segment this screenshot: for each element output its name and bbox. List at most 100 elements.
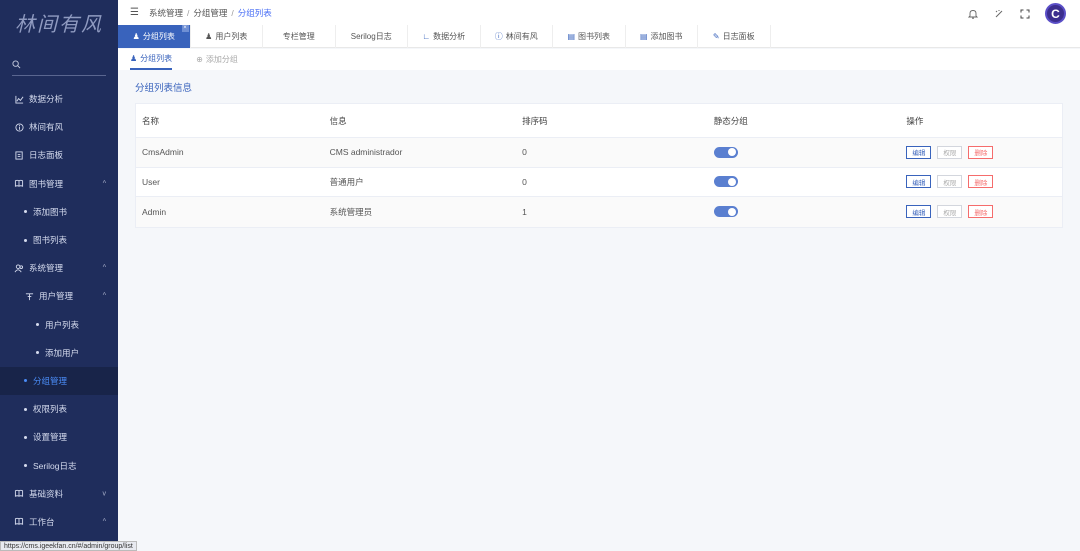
static-toggle[interactable] <box>713 206 738 218</box>
sidebar-item-add-book[interactable]: 添加图书 <box>0 198 118 226</box>
header-static: 静态分组 <box>713 115 748 126</box>
cell-name: CmsAdmin <box>142 147 184 158</box>
tab-label: 林间有风 <box>505 32 538 41</box>
breadcrumb-current: 分组列表 <box>237 7 272 18</box>
close-icon[interactable]: × <box>181 25 189 32</box>
cell-sort: 0 <box>522 176 527 187</box>
sidebar-item-serilog[interactable]: Serilog日志 <box>0 451 118 479</box>
tab-log-panel[interactable]: ✎ 日志面板 <box>698 25 771 48</box>
book-icon: ▤ <box>639 32 648 41</box>
logo: 林间有风 <box>15 11 103 36</box>
permission-button[interactable]: 权限 <box>937 145 963 159</box>
info-icon <box>14 122 24 132</box>
dot-icon <box>24 435 27 439</box>
magic-wand-icon[interactable] <box>993 8 1005 20</box>
sidebar-item-label: 林间有风 <box>29 122 64 133</box>
bell-icon[interactable] <box>967 8 979 20</box>
sidebar-item-book-list[interactable]: 图书列表 <box>0 226 118 254</box>
avatar[interactable]: C <box>1045 3 1066 24</box>
sidebar-item-settings-management[interactable]: 设置管理 <box>0 423 118 451</box>
subtab-group-list[interactable]: ♟ 分组列表 <box>130 49 173 70</box>
users-icon <box>14 263 24 273</box>
sidebar-search[interactable] <box>12 54 106 76</box>
static-toggle[interactable] <box>713 176 738 188</box>
subtab-add-group[interactable]: ⊕ 添加分组 <box>196 49 238 70</box>
dot-icon <box>24 464 27 468</box>
chart-icon <box>14 94 24 104</box>
edit-button[interactable]: 编辑 <box>906 205 932 219</box>
permission-button[interactable]: 权限 <box>937 175 963 189</box>
cell-actions: 编辑 权限 删除 <box>906 145 1062 159</box>
sidebar-item-label: 基础资料 <box>29 488 64 499</box>
sidebar-item-add-user[interactable]: 添加用户 <box>0 339 118 367</box>
cell-actions: 编辑 权限 删除 <box>906 205 1062 219</box>
sidebar-item-system-management[interactable]: 系统管理 ^ <box>0 254 118 282</box>
sidebar-item-label: 添加用户 <box>45 347 80 358</box>
edit-button[interactable]: 编辑 <box>906 145 932 159</box>
sidebar-item-user-list[interactable]: 用户列表 <box>0 311 118 339</box>
section-title: 分组列表信息 <box>135 83 193 94</box>
user-icon <box>24 291 34 301</box>
tab-label: 添加图书 <box>650 32 683 41</box>
search-icon <box>12 60 21 69</box>
tab-book-list[interactable]: ▤ 图书列表 <box>553 25 626 48</box>
users-icon: ♟ <box>205 32 213 41</box>
sidebar-item-user-management[interactable]: 用户管理 ^ <box>0 282 118 310</box>
tab-label: 数据分析 <box>433 32 466 41</box>
delete-button[interactable]: 删除 <box>968 145 994 159</box>
sidebar-item-basic-data[interactable]: 基础资料 v <box>0 480 118 508</box>
edit-button[interactable]: 编辑 <box>906 175 932 189</box>
users-icon: ♟ <box>132 32 140 41</box>
header-actions: C <box>967 3 1066 24</box>
tab-label: 日志面板 <box>722 32 755 41</box>
sidebar-item-book-management[interactable]: 图书管理 ^ <box>0 170 118 198</box>
breadcrumb-item[interactable]: 分组管理 <box>193 8 227 18</box>
cell-static <box>713 176 907 188</box>
page-tabs: ♟ 分组列表 × ♟ 用户列表 专栏管理 Serilog日志 ∟ 数据分析 ⓘ 林间有风 … <box>118 25 1080 48</box>
chevron-up-icon: ^ <box>102 518 106 526</box>
sidebar-item-workbench[interactable]: 工作台 ^ <box>0 508 118 536</box>
users-icon: ♟ <box>130 54 138 63</box>
tab-column-management[interactable]: 专栏管理 <box>263 25 336 48</box>
tab-label: 分组列表 <box>142 32 175 41</box>
delete-button[interactable]: 删除 <box>968 175 994 189</box>
info-icon: ⓘ <box>494 32 503 41</box>
menu-toggle-icon[interactable]: ☰ <box>130 7 139 18</box>
sidebar-item-data-analysis[interactable]: 数据分析 <box>0 85 118 113</box>
book-icon <box>14 489 24 499</box>
tab-label: 用户列表 <box>215 32 248 41</box>
cell-info: CMS administrador <box>329 147 403 158</box>
delete-button[interactable]: 删除 <box>968 205 994 219</box>
tab-data-analysis[interactable]: ∟ 数据分析 <box>408 25 481 48</box>
tab-label: Serilog日志 <box>350 32 392 41</box>
sidebar-item-group-management[interactable]: 分组管理 <box>0 366 118 396</box>
chevron-down-icon: v <box>102 490 107 498</box>
static-toggle[interactable] <box>713 146 738 158</box>
tab-add-book[interactable]: ▤ 添加图书 <box>626 25 698 48</box>
tab-user-list[interactable]: ♟ 用户列表 <box>191 25 263 48</box>
sidebar-item-linjian[interactable]: 林间有风 <box>0 113 118 141</box>
plus-circle-icon: ⊕ <box>196 55 203 64</box>
permission-button[interactable]: 权限 <box>937 205 963 219</box>
book-icon: ▤ <box>567 32 576 41</box>
sidebar-nav: 数据分析 林间有风 日志面板 图书管理 ^ 添加图书 图书列表 系统管理 ^ 用… <box>0 85 118 536</box>
sidebar-item-log-panel[interactable]: 日志面板 <box>0 141 118 169</box>
cell-info: 普通用户 <box>329 176 364 187</box>
sidebar-item-label: 数据分析 <box>29 94 64 105</box>
breadcrumb-item[interactable]: 系统管理 <box>149 8 183 18</box>
chart-icon: ∟ <box>422 32 431 41</box>
chevron-up-icon: ^ <box>102 264 106 272</box>
sidebar: 林间有风 数据分析 林间有风 日志面板 图书管理 ^ 添加图书 图书列表 系统管… <box>0 0 118 551</box>
dot-icon <box>36 323 39 327</box>
tab-linjian[interactable]: ⓘ 林间有风 <box>481 25 553 48</box>
table-row: CmsAdmin CMS administrador 0 编辑 权限 删除 <box>136 138 1062 168</box>
sidebar-item-permission-list[interactable]: 权限列表 <box>0 395 118 423</box>
status-url: https://cms.igeekfan.cn/#/admin/group/li… <box>0 541 137 551</box>
subtab-label: 分组列表 <box>140 54 173 63</box>
sidebar-item-label: 用户管理 <box>39 291 74 302</box>
tab-serilog[interactable]: Serilog日志 <box>336 25 408 48</box>
dot-icon <box>24 407 27 411</box>
table-row: User 普通用户 0 编辑 权限 删除 <box>136 168 1062 197</box>
fullscreen-icon[interactable] <box>1019 8 1031 20</box>
tab-group-list[interactable]: ♟ 分组列表 × <box>118 25 191 48</box>
